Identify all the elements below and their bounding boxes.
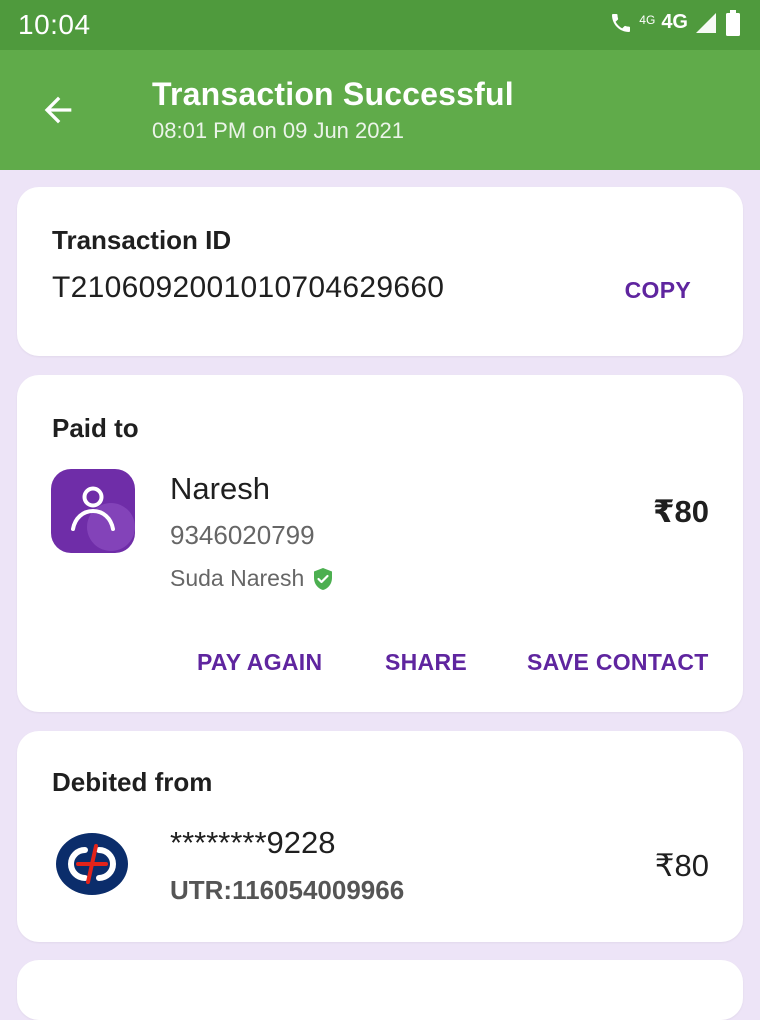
status-icons: 4G 4G (609, 9, 742, 42)
debited-amount: ₹80 (654, 848, 709, 883)
debited-from-label: Debited from (52, 767, 213, 797)
bank-logo (55, 832, 129, 896)
status-time: 10:04 (18, 9, 91, 40)
paid-to-label: Paid to (52, 413, 139, 443)
pay-again-button[interactable]: PAY AGAIN (197, 649, 322, 676)
signal-icon (694, 11, 718, 40)
payee-phone: 9346020799 (170, 520, 315, 550)
copy-button[interactable]: COPY (625, 277, 691, 304)
share-button[interactable]: SHARE (385, 649, 467, 676)
transaction-id-label: Transaction ID (52, 225, 232, 255)
kotak-bank-logo (56, 833, 128, 895)
transaction-id-card: Transaction ID T2106092001010704629660 C… (17, 187, 743, 356)
page-title: Transaction Successful (152, 76, 514, 112)
transaction-id-value: T2106092001010704629660 (52, 271, 445, 304)
verified-shield-icon (314, 567, 333, 590)
next-card (17, 960, 743, 1020)
wifi-calling-icon (609, 11, 633, 40)
save-contact-button[interactable]: SAVE CONTACT (527, 649, 709, 676)
payee-holder-name: Suda Naresh (170, 565, 305, 591)
paid-amount: ₹80 (652, 494, 709, 529)
app-bar: Transaction Successful 08:01 PM on 09 Ju… (0, 50, 760, 170)
payee-name: Naresh (170, 471, 270, 506)
status-bar: 10:04 4G 4G (0, 0, 760, 50)
back-arrow-icon (44, 96, 72, 124)
user-avatar-icon (71, 486, 135, 551)
debited-from-card: Debited from ********9228 UTR:1160540099… (17, 731, 743, 942)
utr-number: UTR:116054009966 (170, 875, 405, 905)
payee-avatar[interactable] (51, 469, 135, 553)
network-type: 4G (661, 10, 688, 33)
account-number: ********9228 (170, 825, 336, 860)
battery-icon (724, 9, 742, 42)
paid-to-card: Paid to Naresh 9346020799 Suda Naresh ₹8… (17, 375, 743, 712)
payee-holder-row: Suda Naresh (170, 565, 334, 592)
back-button[interactable] (34, 86, 82, 134)
page-subtitle: 08:01 PM on 09 Jun 2021 (152, 118, 404, 143)
network-type-small: 4G (639, 13, 656, 27)
